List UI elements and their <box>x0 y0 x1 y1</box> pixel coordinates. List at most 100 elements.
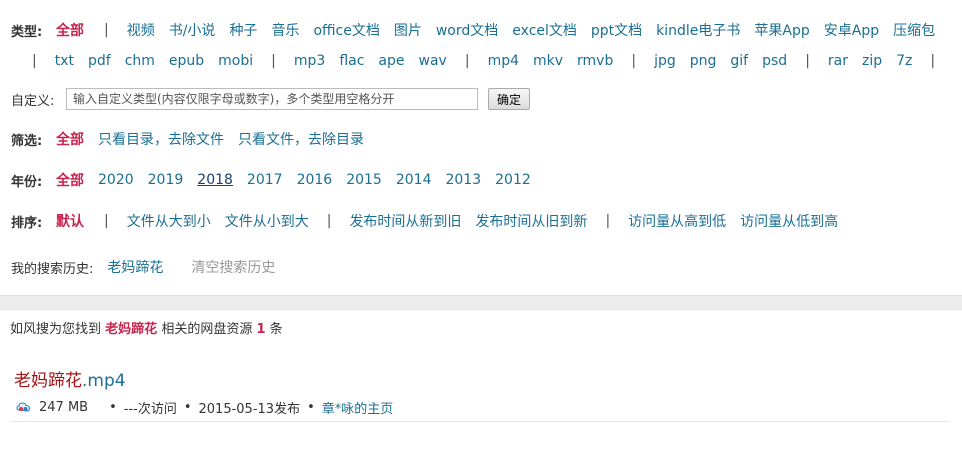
screen-files-only[interactable]: 只看文件，去除目录 <box>238 129 364 149</box>
year-all[interactable]: 全部 <box>56 170 84 190</box>
separator: | <box>805 53 810 69</box>
divider <box>10 421 950 422</box>
ext-ape[interactable]: ape <box>378 53 404 69</box>
separator: | <box>464 53 470 69</box>
ext-jpg[interactable]: jpg <box>654 53 676 69</box>
year-2018[interactable]: 2018 <box>197 172 233 188</box>
screen-dirs-only[interactable]: 只看目录，去除文件 <box>98 129 224 149</box>
type-label: 类型: <box>11 24 43 40</box>
summary-prefix: 如风搜为您找到 <box>10 322 102 337</box>
type-office[interactable]: office文档 <box>313 20 379 40</box>
custom-label: 自定义: <box>11 93 55 109</box>
ext-mp3[interactable]: mp3 <box>294 53 325 69</box>
ext-rar[interactable]: rar <box>828 53 848 69</box>
result-title-ext: .mp4 <box>82 371 126 391</box>
separator: | <box>631 53 637 69</box>
visit-count: ---次访问 <box>123 402 177 417</box>
history-item[interactable]: 老妈蹄花 <box>107 257 163 277</box>
ext-chm[interactable]: chm <box>125 53 155 69</box>
ext-pdf[interactable]: pdf <box>88 53 111 69</box>
year-filter-row: 年份: 全部 2020 2019 2018 2017 2016 2015 201… <box>0 168 962 192</box>
separator: | <box>326 213 332 229</box>
year-2015[interactable]: 2015 <box>346 172 382 188</box>
result-count: 1 <box>256 322 266 337</box>
year-2019[interactable]: 2019 <box>148 172 184 188</box>
ext-epub[interactable]: epub <box>169 53 204 69</box>
sort-visits-asc[interactable]: 访问量从低到高 <box>740 211 838 231</box>
type-ext-row: | txt pdf chm epub mobi | mp3 flac ape w… <box>0 49 962 73</box>
sort-size-desc[interactable]: 文件从大到小 <box>127 211 211 231</box>
type-android-app[interactable]: 安卓App <box>824 20 879 40</box>
separator: | <box>605 213 611 229</box>
filter-panel: 类型: 全部 | 视频 书/小说 种子 音乐 office文档 图片 word文… <box>0 0 962 296</box>
bullet: • <box>109 400 117 415</box>
year-label: 年份: <box>11 174 43 190</box>
result-title-link[interactable]: 老妈蹄花.mp4 <box>14 366 126 391</box>
sort-date-desc[interactable]: 发布时间从新到旧 <box>349 211 461 231</box>
type-ios-app[interactable]: 苹果App <box>754 20 809 40</box>
summary-keyword: 老妈蹄花 <box>105 322 158 337</box>
sort-row: 排序: 默认 | 文件从大到小 文件从小到大 | 发布时间从新到旧 发布时间从旧… <box>0 209 962 233</box>
publish-date: 2015-05-13发布 <box>198 402 301 417</box>
separator: | <box>271 53 276 69</box>
type-word[interactable]: word文档 <box>436 20 498 40</box>
separator: | <box>104 213 109 229</box>
bullet: • <box>307 400 315 415</box>
baidu-pan-icon <box>16 401 31 414</box>
type-torrent[interactable]: 种子 <box>229 20 257 40</box>
year-2016[interactable]: 2016 <box>297 172 333 188</box>
clear-history-link[interactable]: 清空搜索历史 <box>191 257 275 277</box>
ext-txt[interactable]: txt <box>55 53 74 69</box>
ext-7z[interactable]: 7z <box>896 53 912 69</box>
result-meta: 247 MB • ---次访问 • 2015-05-13发布 • 章*咏的主页 <box>16 398 393 417</box>
year-2013[interactable]: 2013 <box>445 172 481 188</box>
screen-filter-row: 筛选: 全部 只看目录，去除文件 只看文件，去除目录 <box>0 127 962 151</box>
owner-homepage-link[interactable]: 章*咏的主页 <box>322 398 394 417</box>
type-image[interactable]: 图片 <box>394 20 422 40</box>
year-2020[interactable]: 2020 <box>98 172 134 188</box>
sort-default[interactable]: 默认 <box>56 211 84 231</box>
summary-middle: 相关的网盘资源 <box>161 322 253 337</box>
results-panel: 如风搜为您找到 老妈蹄花 相关的网盘资源 1 条 老妈蹄花.mp4 247 MB… <box>0 309 962 454</box>
ext-png[interactable]: png <box>690 53 717 69</box>
ext-mkv[interactable]: mkv <box>533 53 563 69</box>
result-title-keyword: 老妈蹄花 <box>14 371 82 391</box>
type-excel[interactable]: excel文档 <box>512 20 577 40</box>
results-summary: 如风搜为您找到 老妈蹄花 相关的网盘资源 1 条 <box>10 318 283 337</box>
year-2017[interactable]: 2017 <box>247 172 283 188</box>
history-label: 我的搜索历史: <box>11 261 94 277</box>
sort-date-asc[interactable]: 发布时间从旧到新 <box>475 211 587 231</box>
custom-type-row: 自定义: 确定 <box>0 87 962 111</box>
search-history-row: 我的搜索历史: 老妈蹄花 清空搜索历史 <box>0 255 962 279</box>
separator: | <box>930 53 936 69</box>
separator: | <box>104 22 109 38</box>
file-size: 247 MB <box>39 400 89 415</box>
summary-suffix: 条 <box>269 322 283 337</box>
ext-psd[interactable]: psd <box>762 53 787 69</box>
ext-mobi[interactable]: mobi <box>218 53 253 69</box>
type-ppt[interactable]: ppt文档 <box>591 20 642 40</box>
ext-flac[interactable]: flac <box>339 53 364 69</box>
ext-mp4[interactable]: mp4 <box>488 53 519 69</box>
separator: | <box>32 53 37 69</box>
type-video[interactable]: 视频 <box>127 20 155 40</box>
ext-gif[interactable]: gif <box>730 53 748 69</box>
confirm-button[interactable]: 确定 <box>488 88 531 110</box>
sort-label: 排序: <box>11 215 43 231</box>
ext-zip[interactable]: zip <box>862 53 882 69</box>
screen-all[interactable]: 全部 <box>56 129 84 149</box>
type-archive[interactable]: 压缩包 <box>893 20 935 40</box>
sort-visits-desc[interactable]: 访问量从高到低 <box>628 211 726 231</box>
type-music[interactable]: 音乐 <box>271 20 299 40</box>
sort-size-asc[interactable]: 文件从小到大 <box>225 211 309 231</box>
year-2012[interactable]: 2012 <box>495 172 531 188</box>
screen-label: 筛选: <box>11 133 43 149</box>
type-book[interactable]: 书/小说 <box>169 20 216 40</box>
type-kindle[interactable]: kindle电子书 <box>656 20 740 40</box>
ext-rmvb[interactable]: rmvb <box>577 53 613 69</box>
type-filter-row: 类型: 全部 | 视频 书/小说 种子 音乐 office文档 图片 word文… <box>0 18 962 42</box>
ext-wav[interactable]: wav <box>419 53 447 69</box>
type-all[interactable]: 全部 <box>56 20 84 40</box>
year-2014[interactable]: 2014 <box>396 172 432 188</box>
custom-type-input[interactable] <box>66 88 478 110</box>
